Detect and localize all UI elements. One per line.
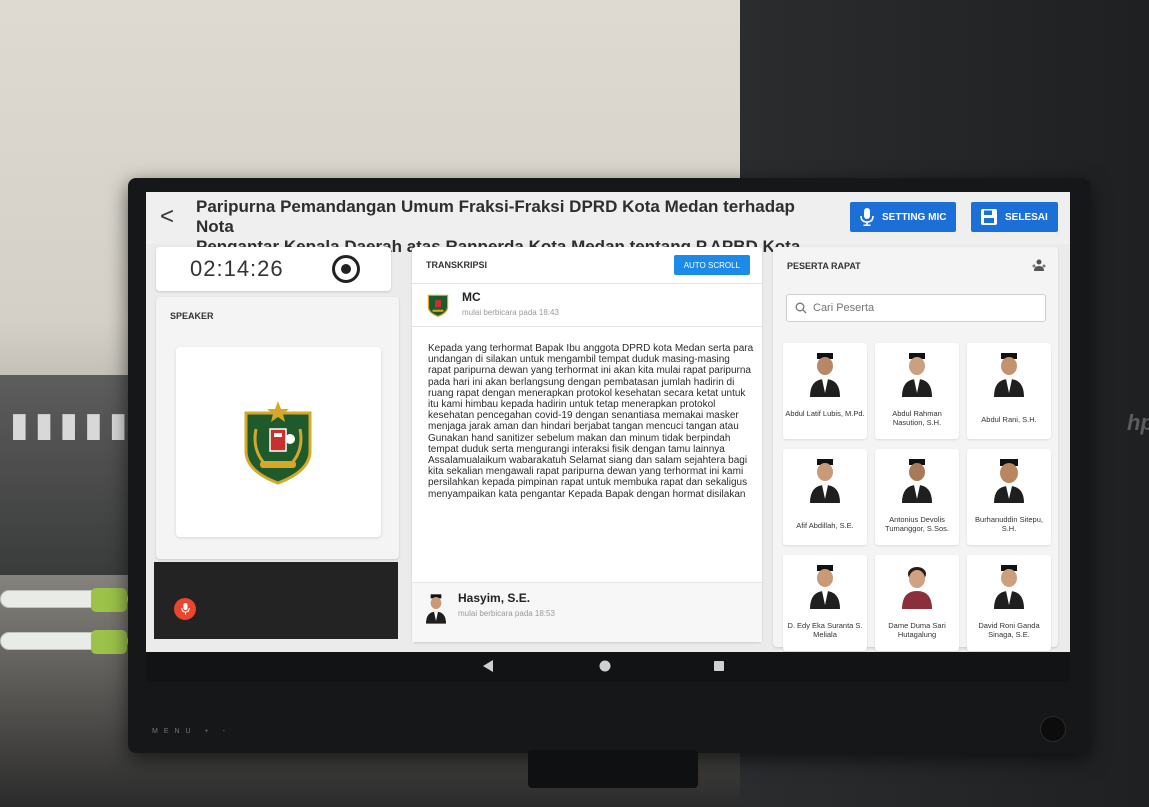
setting-mic-label: SETTING MIC [882, 211, 947, 223]
participant-card[interactable]: David Roni Ganda Sinaga, S.E. [967, 555, 1051, 651]
save-icon [981, 209, 997, 225]
participant-photo [810, 353, 840, 397]
participant-name: Abdul Rahman Nasution, S.H. [892, 409, 942, 427]
participant-name: Burhanuddin Sitepu, S.H. [975, 515, 1043, 533]
background-device: ▮▮▮▮▮ [0, 375, 140, 575]
microphone-icon [860, 208, 874, 226]
participant-photo [902, 353, 932, 397]
participant-name: D. Edy Eka Suranta S. Meliala [787, 621, 863, 639]
transcript-header: TRANSKRIPSI [426, 260, 488, 270]
app-screen: < Paripurna Pemandangan Umum Fraksi-Frak… [146, 192, 1070, 652]
participant-name: Abdul Latif Lubis, M.Pd. [785, 409, 865, 418]
speaker-avatar [426, 594, 446, 624]
cable [0, 588, 128, 612]
transcript-text: Kepada yang terhormat Bapak Ibu anggota … [428, 343, 754, 500]
participant-name: Dame Duma Sari Hutagalung [888, 621, 946, 639]
search-input[interactable] [813, 299, 1038, 317]
participants-panel: PESERTA RAPAT Abdul Latif Lubis, M.Pd. A… [773, 247, 1058, 651]
participant-name: Abdul Rani, S.H. [981, 415, 1037, 424]
speaker-mic-bar [154, 562, 398, 639]
speaker-panel: SPEAKER [156, 297, 399, 559]
transcript-speaker-name: MC [462, 290, 481, 304]
transcript-timestamp: mulai berbicara pada 18:53 [458, 609, 555, 618]
participants-grid: Abdul Latif Lubis, M.Pd. Abdul Rahman Na… [783, 343, 1053, 651]
participant-photo [810, 565, 840, 609]
cable [0, 630, 128, 654]
participants-people-icon[interactable] [1032, 259, 1046, 271]
participant-photo [902, 459, 932, 503]
participant-card[interactable]: Afif Abdillah, S.E. [783, 449, 867, 545]
participant-card[interactable]: D. Edy Eka Suranta S. Meliala [783, 555, 867, 651]
transcript-speaker-name: Hasyim, S.E. [458, 591, 531, 605]
participant-photo [810, 459, 840, 503]
participant-photo [994, 459, 1024, 503]
participant-card[interactable]: Dame Duma Sari Hutagalung [875, 555, 959, 651]
participant-photo [994, 565, 1024, 609]
nav-back-icon[interactable] [481, 659, 495, 673]
back-button[interactable]: < [160, 204, 182, 230]
search-icon [795, 302, 807, 314]
participant-photo [902, 567, 932, 609]
participant-card[interactable]: Abdul Rani, S.H. [967, 343, 1051, 439]
mic-toggle-button[interactable] [174, 598, 196, 620]
participant-card[interactable]: Burhanuddin Sitepu, S.H. [967, 449, 1051, 545]
participant-name: Afif Abdillah, S.E. [796, 521, 854, 530]
speaker-image [176, 347, 381, 537]
selesai-button[interactable]: SELESAI [971, 202, 1058, 232]
nav-recents-icon[interactable] [712, 659, 726, 673]
top-bar: < Paripurna Pemandangan Umum Fraksi-Frak… [146, 192, 1070, 276]
participants-header: PESERTA RAPAT [787, 261, 861, 271]
participant-card[interactable]: Abdul Latif Lubis, M.Pd. [783, 343, 867, 439]
transcript-timestamp: mulai berbicara pada 18:43 [462, 308, 559, 317]
transcript-panel: TRANSKRIPSI AUTO SCROLL MC mulai berbica… [412, 247, 762, 642]
dprd-emblem-icon [244, 401, 312, 485]
record-button[interactable] [332, 255, 360, 283]
android-nav-bar [146, 652, 1070, 682]
participant-card[interactable]: Abdul Rahman Nasution, S.H. [875, 343, 959, 439]
participant-name: David Roni Ganda Sinaga, S.E. [978, 621, 1040, 639]
microphone-icon [180, 603, 190, 615]
participant-name: Antonius Devolis Tumanggor, S.Sos. [885, 515, 949, 533]
monitor-stand [528, 750, 698, 788]
selesai-label: SELESAI [1005, 211, 1048, 223]
mc-avatar-icon [427, 294, 449, 317]
monitor-menu-buttons[interactable]: MENU + - [152, 728, 231, 735]
participant-card[interactable]: Antonius Devolis Tumanggor, S.Sos. [875, 449, 959, 545]
participant-photo [994, 353, 1024, 397]
participant-search[interactable] [786, 294, 1046, 322]
speaker-header: SPEAKER [170, 311, 214, 321]
monitor-power-button[interactable] [1040, 716, 1066, 742]
setting-mic-button[interactable]: SETTING MIC [850, 202, 957, 232]
auto-scroll-button[interactable]: AUTO SCROLL [673, 255, 750, 275]
timer-card: 02:14:26 [156, 247, 391, 291]
timer-display: 02:14:26 [190, 256, 284, 281]
transcript-next-entry: Hasyim, S.E. mulai berbicara pada 18:53 [412, 582, 762, 642]
nav-home-icon[interactable] [598, 659, 612, 673]
hp-logo: hp [1127, 410, 1149, 435]
